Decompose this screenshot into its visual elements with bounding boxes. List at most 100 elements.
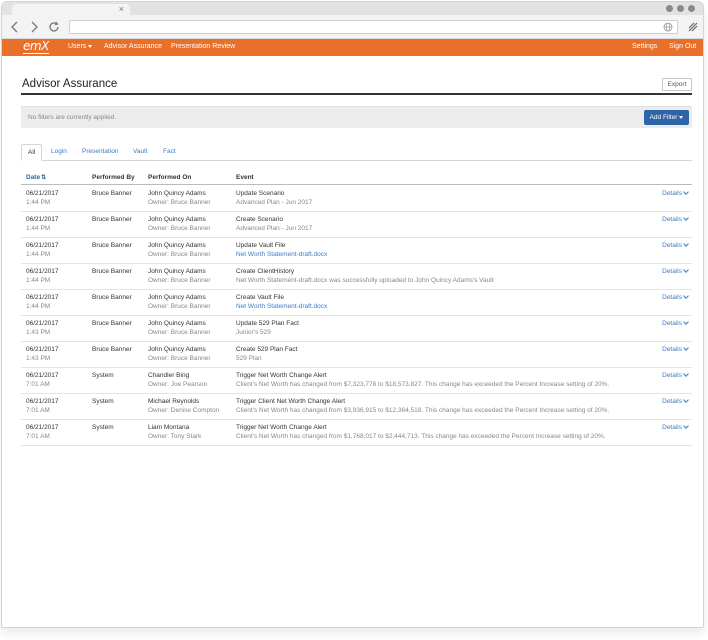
performed-on-cell: John Quincy Adams Owner: Bruce Banner [148,241,211,259]
performed-by-cell: System [92,397,114,406]
client-name: John Quincy Adams [148,346,206,353]
event-name: Create Scenario [236,216,283,223]
column-header-event: Event [236,174,254,181]
column-header-date-label: Date [26,174,41,181]
performed-by-cell: Bruce Banner [92,215,132,224]
client-owner: Owner: Bruce Banner [148,225,211,232]
window-dot-icon[interactable] [677,5,684,12]
event-cell: Create 529 Plan Fact 529 Plan [236,345,297,363]
details-toggle[interactable]: Details [662,293,689,301]
event-name: Create ClientHistory [236,268,295,275]
client-owner: Owner: Joe Pearson [148,381,208,388]
tab-login[interactable]: Login [45,144,73,161]
globe-icon [663,22,673,32]
details-toggle[interactable]: Details [662,215,689,223]
file-link[interactable]: Net Worth Statement-draft.docx [236,302,327,311]
client-owner: Owner: Bruce Banner [148,329,211,336]
performed-by: Bruce Banner [92,346,132,353]
performed-on-cell: John Quincy Adams Owner: Bruce Banner [148,215,211,233]
event-detail: Advanced Plan - Jun 2017 [236,225,313,232]
event-detail: Advanced Plan - Jun 2017 [236,199,313,206]
client-name: John Quincy Adams [148,320,206,327]
performed-on-cell: John Quincy Adams Owner: Bruce Banner [148,345,211,363]
event-time: 1:44 PM [26,199,51,206]
event-detail: Junior's 529 [236,329,271,336]
details-toggle[interactable]: Details [662,423,689,431]
performed-by-cell: Bruce Banner [92,293,132,302]
table-row[interactable]: 06/21/2017 1:43 PM Bruce Banner John Quincy… [21,342,692,368]
tab-vault[interactable]: Vault [127,144,153,161]
caret-down-icon [88,44,93,48]
table-row[interactable]: 06/21/2017 7:01 AM System Michael Reynolds O… [21,394,692,420]
file-link[interactable]: Net Worth Statement-draft.docx [236,250,327,259]
details-toggle[interactable]: Details [662,267,689,275]
nav-presentation-review[interactable]: Presentation Review [171,43,235,50]
window-dot-icon[interactable] [666,5,673,12]
performed-on-cell: John Quincy Adams Owner: Bruce Banner [148,267,211,285]
window-dot-icon[interactable] [688,5,695,12]
add-filter-button[interactable]: Add Filter [644,110,689,125]
nav-advisor-assurance[interactable]: Advisor Assurance [104,43,162,50]
export-button[interactable]: Export [662,78,692,91]
performed-by: System [92,424,114,431]
client-owner: Owner: Bruce Banner [148,199,211,206]
browser-tab[interactable]: × [12,4,130,15]
table-row[interactable]: 06/21/2017 1:44 PM Bruce Banner John Quincy… [21,290,692,316]
event-name: Trigger Net Worth Change Alert [236,424,327,431]
tab-all[interactable]: All [21,144,43,161]
nav-sign-out[interactable]: Sign Out [669,43,696,50]
nav-users[interactable]: Users [68,43,93,50]
table-row[interactable]: 06/21/2017 1:44 PM Bruce Banner John Quincy… [21,212,692,238]
performed-by-cell: Bruce Banner [92,267,132,276]
event-detail: Client's Net Worth has changed from $3,9… [236,407,610,414]
event-cell: Trigger Net Worth Change Alert Client's N… [236,423,606,441]
column-header-date[interactable]: Date⇅ [26,174,46,181]
client-name: Michael Reynolds [148,398,200,405]
details-toggle[interactable]: Details [662,319,689,327]
details-toggle[interactable]: Details [662,189,689,197]
reload-icon[interactable] [47,20,61,34]
back-arrow-icon[interactable] [8,20,22,34]
chevron-down-icon [683,189,689,195]
tab-fact[interactable]: Fact [157,144,182,161]
table-row[interactable]: 06/21/2017 7:01 AM System Liam Montana Owner… [21,420,692,446]
details-label: Details [662,372,682,379]
client-name: Liam Montana [148,424,190,431]
table-row[interactable]: 06/21/2017 1:44 PM Bruce Banner John Quincy… [21,238,692,264]
table-row[interactable]: 06/21/2017 1:43 PM Bruce Banner John Quincy… [21,316,692,342]
performed-on-cell: John Quincy Adams Owner: Bruce Banner [148,319,211,337]
date-cell: 06/21/2017 1:44 PM [26,189,59,207]
details-label: Details [662,216,682,223]
window-controls [666,5,695,12]
chevron-down-icon [683,241,689,247]
extension-icon[interactable] [687,21,699,33]
table-row[interactable]: 06/21/2017 1:44 PM Bruce Banner John Quincy… [21,186,692,212]
tab-presentation[interactable]: Presentation [76,144,125,161]
details-toggle[interactable]: Details [662,241,689,249]
caret-down-icon [679,115,684,119]
nav-settings[interactable]: Settings [632,43,657,50]
page-title: Advisor Assurance [22,78,118,90]
event-time: 1:44 PM [26,277,51,284]
chevron-down-icon [683,397,689,403]
event-detail: Client's Net Worth has changed from $7,3… [236,381,610,388]
chevron-down-icon [683,371,689,377]
close-icon[interactable]: × [119,4,124,15]
event-name: Trigger Net Worth Change Alert [236,372,327,379]
chevron-down-icon [683,293,689,299]
details-toggle[interactable]: Details [662,371,689,379]
details-toggle[interactable]: Details [662,397,689,405]
date-cell: 06/21/2017 7:01 AM [26,423,59,441]
url-input[interactable] [69,20,678,34]
details-toggle[interactable]: Details [662,345,689,353]
forward-arrow-icon[interactable] [27,20,41,34]
client-name: Chandler Bing [148,372,190,379]
event-type-tabs: All Login Presentation Vault Fact [21,144,692,161]
app-logo[interactable]: emX [23,40,49,54]
table-row[interactable]: 06/21/2017 1:44 PM Bruce Banner John Quincy… [21,264,692,290]
details-label: Details [662,424,682,431]
event-cell: Create Vault File Net Worth Statement-dra… [236,293,327,311]
details-label: Details [662,242,682,249]
table-row[interactable]: 06/21/2017 7:01 AM System Chandler Bing Owne… [21,368,692,394]
chevron-down-icon [683,319,689,325]
